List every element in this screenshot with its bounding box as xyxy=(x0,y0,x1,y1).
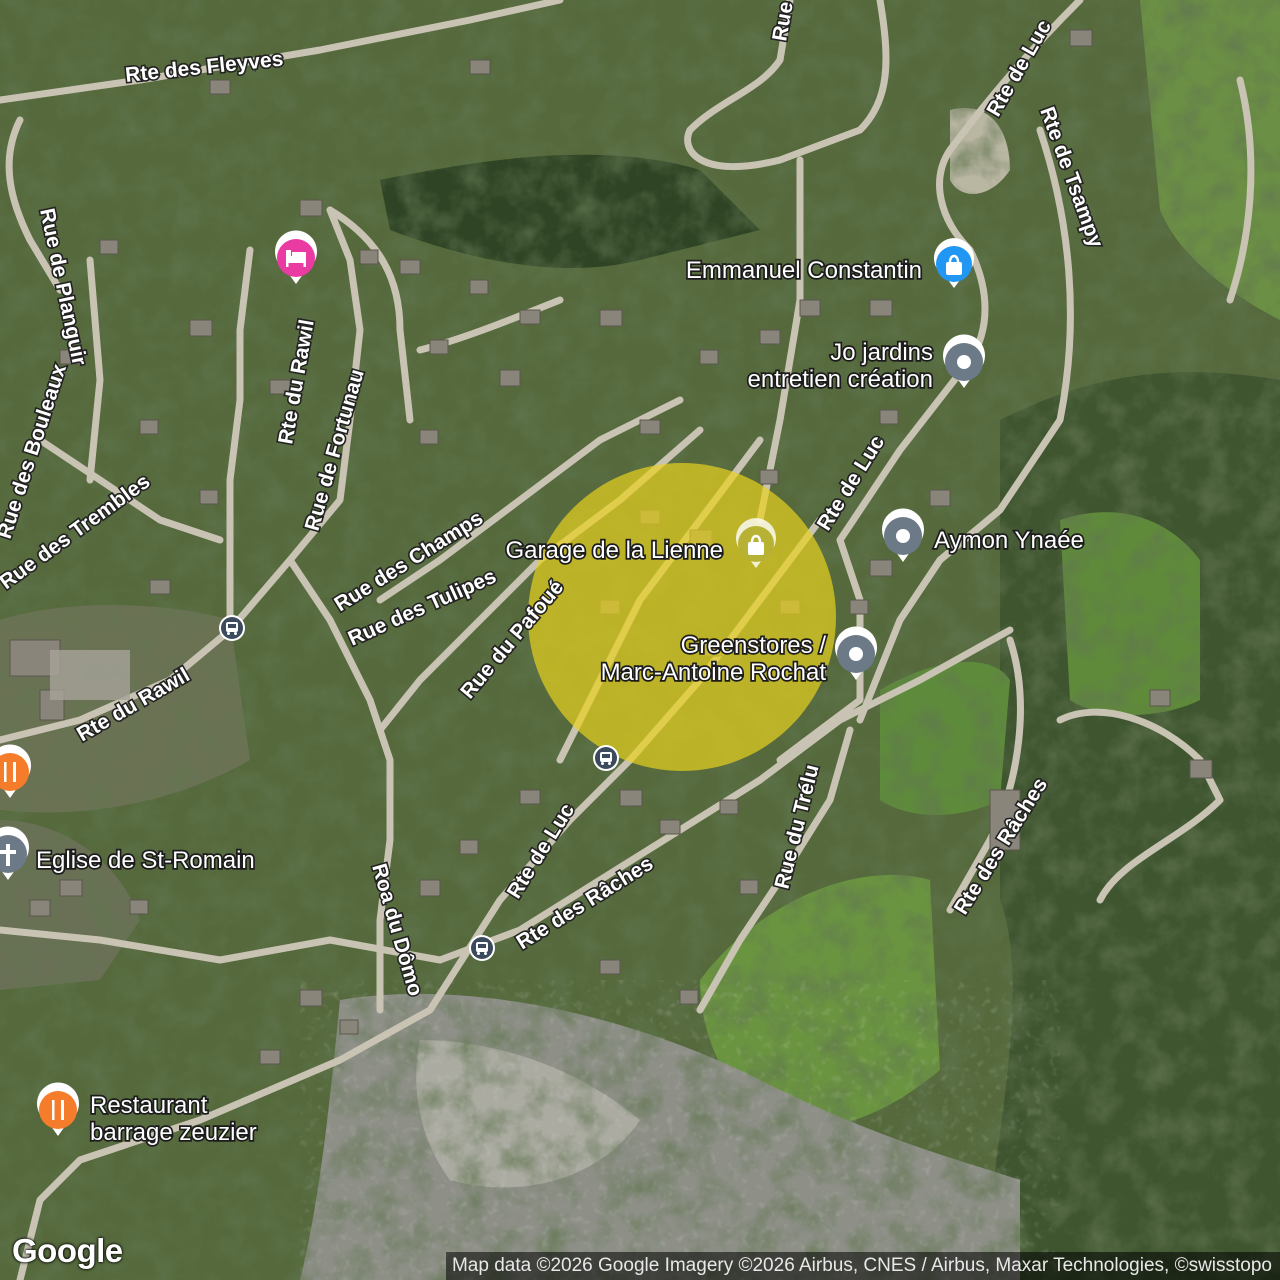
bus-icon[interactable] xyxy=(469,935,495,961)
poi-label-aymon-ynaee[interactable]: Aymon Ynaée xyxy=(932,525,1085,555)
parking-lot xyxy=(50,650,130,700)
poi-label-greenstores[interactable]: Marc-Antoine Rochat xyxy=(599,657,828,687)
poi-label-restaurant-barrage-zeuzier[interactable]: barrage zeuzier xyxy=(88,1117,258,1147)
satellite-map[interactable]: Rte des Fleyves Rue Rte de Luc Rte de Ts… xyxy=(0,0,1280,1280)
poi-label-jo-jardins[interactable]: Jo jardins xyxy=(829,337,935,367)
bus-icon[interactable] xyxy=(219,615,245,641)
rock-texture xyxy=(300,980,1060,1280)
poi-label-eglise-de-st-romain[interactable]: Eglise de St-Romain xyxy=(34,845,256,875)
poi-label-emmanuel-constantin[interactable]: Emmanuel Constantin xyxy=(684,255,924,285)
bus-icon[interactable] xyxy=(593,745,619,771)
poi-label-jo-jardins[interactable]: entretien création xyxy=(746,364,935,394)
poi-label-garage-de-la-lienne[interactable]: Garage de la Lienne xyxy=(504,535,725,565)
map-canvas[interactable]: Rte des Fleyves Rue Rte de Luc Rte de Ts… xyxy=(0,0,1280,1280)
poi-label-greenstores[interactable]: Greenstores / xyxy=(679,630,828,660)
highlight-area[interactable] xyxy=(528,463,836,771)
google-logo: Google xyxy=(12,1232,123,1269)
map-attribution[interactable]: Map data ©2026 Google Imagery ©2026 Airb… xyxy=(445,1252,1280,1280)
poi-label-restaurant-barrage-zeuzier[interactable]: Restaurant xyxy=(88,1090,209,1120)
